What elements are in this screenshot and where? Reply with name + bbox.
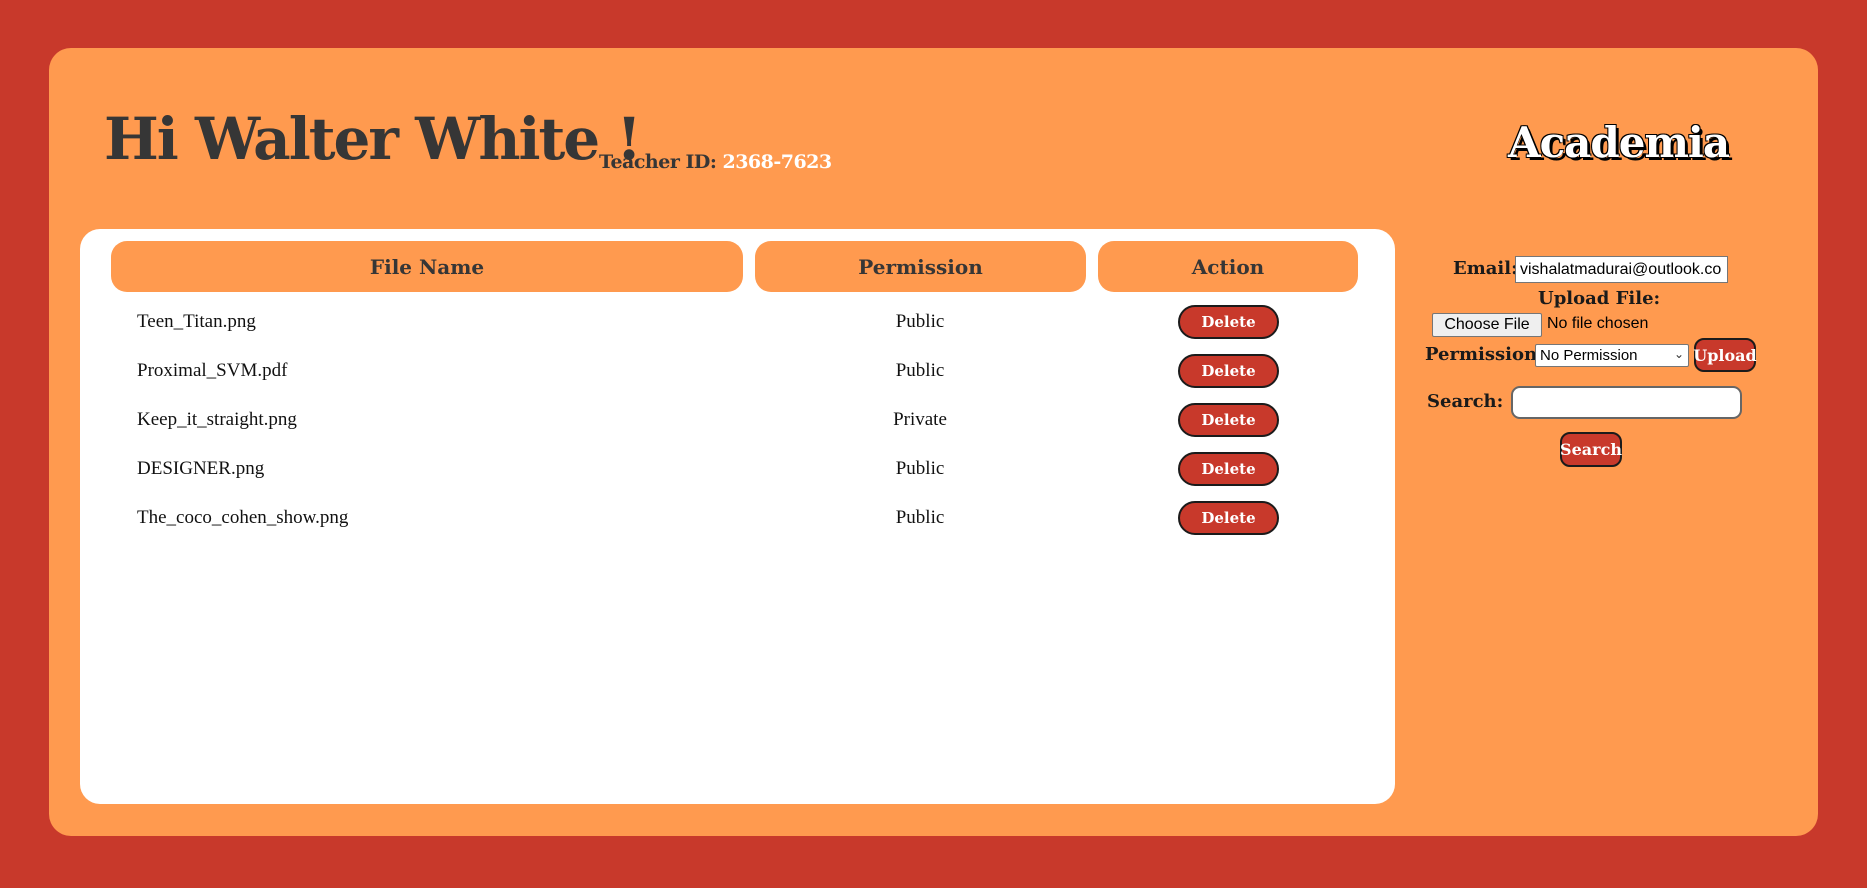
brand-logo: Academia <box>1508 118 1730 167</box>
table-row: The_coco_cohen_show.png Public Delete <box>0 498 1867 538</box>
file-name-cell: The_coco_cohen_show.png <box>137 507 349 528</box>
delete-button[interactable]: Delete <box>1178 354 1279 388</box>
teacher-id-label: Teacher ID: <box>599 151 717 173</box>
permission-cell: Public <box>895 311 945 332</box>
search-input[interactable] <box>1511 386 1742 419</box>
search-button[interactable]: Search <box>1560 432 1622 467</box>
permission-label: Permission: <box>1425 344 1544 365</box>
file-name-cell: Teen_Titan.png <box>137 311 256 332</box>
permission-select[interactable]: No Permission ⌄ <box>1535 344 1689 367</box>
email-label: Email: <box>1453 258 1518 279</box>
upload-file-label: Upload File: <box>1538 288 1661 309</box>
permission-select-value: No Permission <box>1540 347 1638 364</box>
chevron-down-icon: ⌄ <box>1673 347 1684 361</box>
file-name-cell: Keep_it_straight.png <box>137 409 297 430</box>
upload-button[interactable]: Upload <box>1693 338 1757 372</box>
file-name-cell: DESIGNER.png <box>137 458 265 479</box>
no-file-text: No file chosen <box>1547 315 1649 332</box>
teacher-id-line: Teacher ID: 2368-7623 <box>599 151 832 173</box>
permission-cell: Public <box>895 458 945 479</box>
permission-cell: Public <box>895 507 945 528</box>
permission-cell: Private <box>893 409 947 430</box>
greeting-title: Hi Walter White ! <box>104 105 642 173</box>
column-header-permission: Permission <box>755 241 1086 292</box>
choose-file-button[interactable]: Choose File <box>1432 313 1542 337</box>
delete-button[interactable]: Delete <box>1178 452 1279 486</box>
delete-button[interactable]: Delete <box>1178 305 1279 339</box>
file-name-cell: Proximal_SVM.pdf <box>137 360 288 381</box>
teacher-id-value: 2368-7623 <box>722 151 832 173</box>
permission-cell: Public <box>895 360 945 381</box>
delete-button[interactable]: Delete <box>1178 403 1279 437</box>
search-label: Search: <box>1427 391 1504 412</box>
column-header-file-name: File Name <box>111 241 743 292</box>
column-header-action: Action <box>1098 241 1358 292</box>
delete-button[interactable]: Delete <box>1178 501 1279 535</box>
email-field[interactable]: vishalatmadurai@outlook.co <box>1515 256 1728 283</box>
